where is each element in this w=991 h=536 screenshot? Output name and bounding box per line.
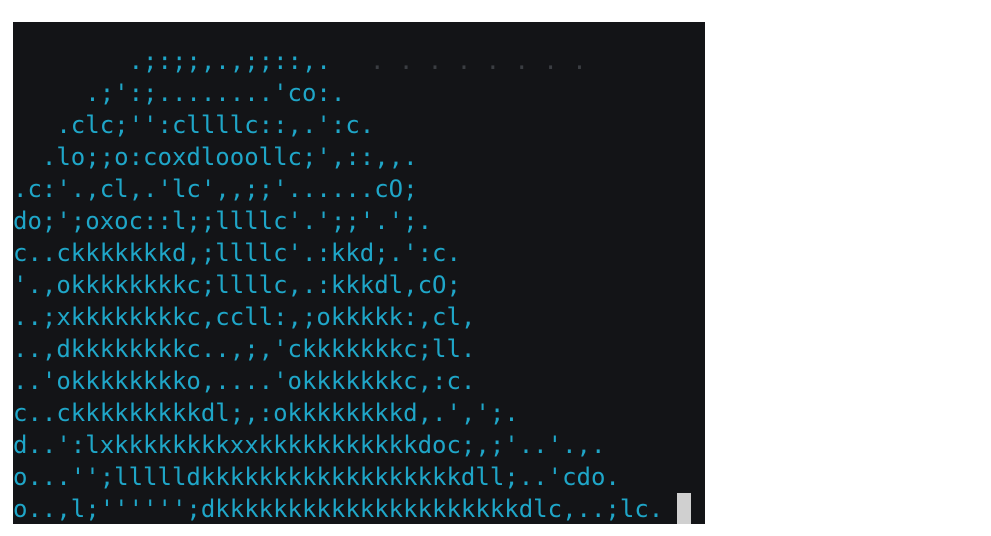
terminal-line: .lo;;o:coxdlooollc;',::,,. [13, 143, 418, 171]
terminal-line: .c:'.,cl,.'lc',,;;'......cO; [13, 175, 418, 203]
terminal-line: do;';oxoc::l;;llllc'.';;'.';. [13, 207, 433, 235]
terminal-line: .;':;........'co:. [13, 79, 346, 107]
terminal-line: .;:;;,.,;;::,. [13, 47, 331, 75]
terminal-line: d..':lxkkkkkkkkxxkkkkkkkkkkkdoc;,;'..'.,… [13, 431, 606, 459]
terminal-line-text: o..,l;'''''';dkkkkkkkkkkkkkkkkkkkkkdlc,.… [13, 495, 664, 523]
terminal-line: o...'';llllldkkkkkkkkkkkkkkkkkkdll;..'cd… [13, 463, 620, 491]
terminal-line: c..ckkkkkkkd,;llllc'.:kkd;.':c. [13, 239, 461, 267]
terminal-line: ..;xkkkkkkkkc,ccll:,;okkkkk:,cl, [13, 303, 476, 331]
terminal-window[interactable]: . . . . . . . . .;:;;,.,;;::,. .;':;....… [13, 22, 705, 524]
terminal-line: ..,dkkkkkkkkc..,;,'ckkkkkkkc;ll. [13, 335, 476, 363]
terminal-line: .clc;'':cllllc::,.':c. [13, 111, 375, 139]
terminal-line: '.,okkkkkkkkc;llllc,.:kkkdl,cO; [13, 271, 461, 299]
terminal-cursor [677, 493, 692, 524]
terminal-line-last: o..,l;'''''';dkkkkkkkkkkkkkkkkkkkkkdlc,.… [13, 493, 692, 524]
terminal-line: c..ckkkkkkkkkdl;,:okkkkkkkkd,.',';. [13, 399, 519, 427]
terminal-line: ..'okkkkkkkko,....'okkkkkkkc,:c. [13, 367, 476, 395]
terminal-output: .;:;;,.,;;::,. .;':;........'co:. .clc;'… [13, 45, 692, 524]
